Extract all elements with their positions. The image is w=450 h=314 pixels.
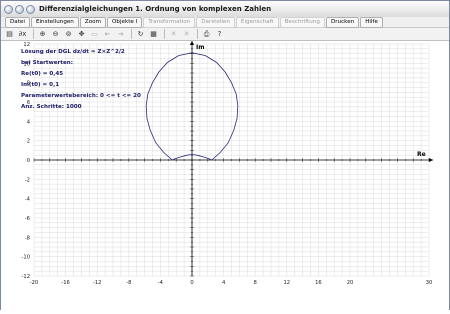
delete-all-icon: ✕ xyxy=(183,30,190,38)
info-param: Parameterwertebereich: 0 <= t <= 20 xyxy=(21,93,141,99)
clipboard-icon[interactable]: ▦ xyxy=(148,29,159,40)
info-heading: Lösung der DGL dz/dt = Z×Z^2/2 xyxy=(21,49,125,55)
menu-zoom[interactable]: Zoom xyxy=(79,16,106,28)
info-re: Re(t0) = 0,45 xyxy=(21,71,63,77)
y-tick-label: -10 xyxy=(22,255,30,261)
plot-svg[interactable]: ReIm -20 -16 -12 -8 -4 0 4 8 12 16 20 30-12-10-8-6-… xyxy=(1,41,449,310)
align-right-icon: ⇥ xyxy=(117,30,124,38)
toolbar-separator xyxy=(197,29,198,39)
menu-drucken[interactable]: Drucken xyxy=(325,16,360,28)
y-tick-label: -4 xyxy=(25,197,31,203)
y-tick-label: 12 xyxy=(23,42,30,48)
x-tick-label: -4 xyxy=(158,280,164,286)
info-panel: Lösung der DGL dz/dt = Z×Z^2/2 bei Start… xyxy=(21,49,141,110)
zoom-out-icon[interactable]: ⊖ xyxy=(50,29,61,40)
x-tick-label: -12 xyxy=(93,280,101,286)
redo-icon[interactable]: ↻ xyxy=(135,29,146,40)
info-im: Im(t0) = 0,1 xyxy=(21,82,59,88)
toolbar: ▤ ∂x ⊕ ⊖ ⊚ ✥ ▭ ⇤ ⇥ ↻ ▦ ✕ ✕ ⎙? xyxy=(1,28,449,41)
menu-einstellungen[interactable]: Einstellungen xyxy=(30,16,79,28)
toolbar-separator xyxy=(131,29,132,39)
pan-icon[interactable]: ✥ xyxy=(76,29,87,40)
y-tick-label: -6 xyxy=(25,216,30,222)
menu-bar: Datei Einstellungen Zoom Objekte I Transform… xyxy=(1,16,449,28)
menu-objekte-i[interactable]: Objekte I xyxy=(107,16,143,28)
info-steps: Anz. Schritte: 1000 xyxy=(21,104,82,110)
zoom-fit-icon[interactable]: ⊚ xyxy=(63,29,74,40)
print-icon[interactable]: ⎙ xyxy=(201,29,212,40)
curve-segment-1 xyxy=(191,154,212,161)
x-tick-label: 16 xyxy=(315,280,322,286)
y-axis-arrow xyxy=(190,41,194,45)
x-tick-label: -16 xyxy=(61,280,69,286)
y-tick-label: 0 xyxy=(27,158,30,164)
toolbar-separator xyxy=(33,29,34,39)
x-tick-label: 12 xyxy=(283,280,290,286)
align-left-icon: ⇤ xyxy=(104,30,111,38)
x-tick-label: -8 xyxy=(126,280,131,286)
menu-hilfe[interactable]: Hilfe xyxy=(360,16,383,28)
y-tick-label: 2 xyxy=(27,139,30,145)
menu-datei[interactable]: Datei xyxy=(5,16,30,28)
maximize-window-icon[interactable] xyxy=(26,4,35,14)
help-icon[interactable]: ? xyxy=(214,29,225,40)
y-tick-label: 4 xyxy=(27,119,31,125)
y-axis-label: Im xyxy=(196,44,204,51)
notebook-icon[interactable]: ▤ xyxy=(4,29,15,40)
curve-segment-0 xyxy=(172,154,193,161)
minimize-window-icon[interactable] xyxy=(15,4,24,14)
menu-beschriftung: Beschriftung xyxy=(279,16,325,28)
title-bar: Differenzialgleichungen 1. Ordnung von k… xyxy=(1,1,449,18)
toolbar-separator xyxy=(164,29,165,39)
menu-darstellen: Darstellen xyxy=(196,16,235,28)
window-controls xyxy=(4,4,35,14)
axes: Re Im xyxy=(34,41,433,276)
app-window: Differenzialgleichungen 1. Ordnung von k… xyxy=(0,0,450,310)
y-tick-label: -12 xyxy=(22,274,30,280)
zoom-in-icon[interactable]: ⊕ xyxy=(37,29,48,40)
x-axis-arrow xyxy=(429,158,433,162)
plot-area[interactable]: Re Im -20 -16 -12 -8 -4 0 4 8 12 16 20 30 -12 -10 -8 -6-… xyxy=(1,41,449,310)
x-tick-label: 0 xyxy=(190,280,193,286)
x-tick-label: 4 xyxy=(222,280,226,286)
info-startwerte: bei Startwerten: xyxy=(21,60,73,66)
function-dx-icon[interactable]: ∂x xyxy=(17,29,28,40)
select-icon: ▭ xyxy=(91,30,98,38)
menu-eigenschaft: Eigenschaft xyxy=(235,16,279,28)
x-tick-label: -20 xyxy=(30,280,38,286)
y-tick-label: -2 xyxy=(25,177,30,183)
x-axis-label: Re xyxy=(417,151,426,158)
tick-labels: -20 -16 -12 -8 -4 0 4 8 12 16 20 30-12-10-8-6-4-202… xyxy=(22,42,433,286)
close-window-icon[interactable] xyxy=(4,4,13,14)
menu-transformation: Transformation xyxy=(143,16,196,28)
y-tick-label: -8 xyxy=(25,235,30,241)
delete-icon: ✕ xyxy=(170,30,177,38)
x-tick-label: 8 xyxy=(254,280,257,286)
window-title: Differenzialgleichungen 1. Ordnung von k… xyxy=(39,5,272,13)
x-tick-label: 30 xyxy=(426,280,433,286)
x-tick-label: 20 xyxy=(347,280,354,286)
